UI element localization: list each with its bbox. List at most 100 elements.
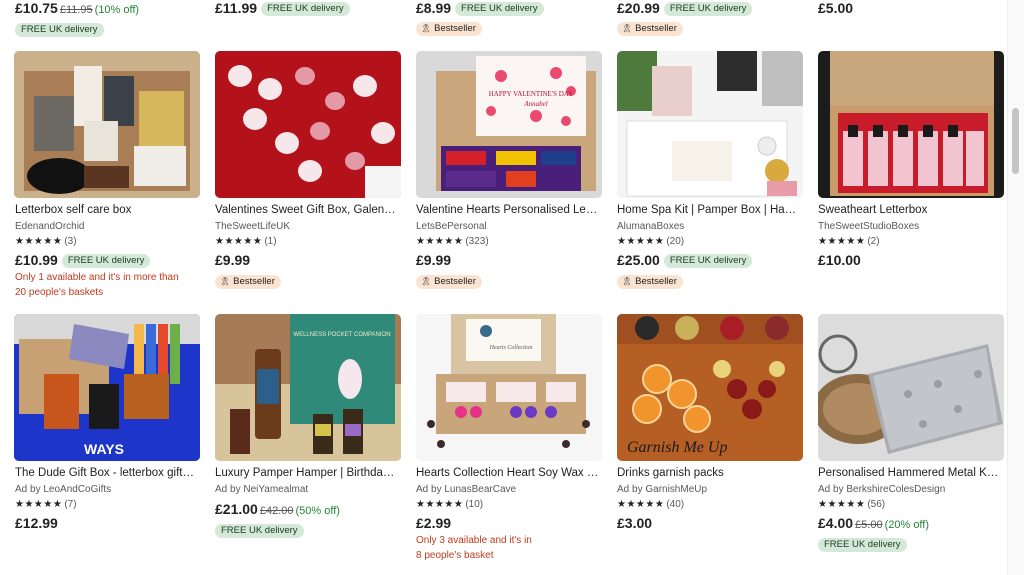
listing-top-2[interactable]: £11.99 FREE UK delivery bbox=[215, 0, 401, 17]
listing-title[interactable]: Sweatheart Letterbox bbox=[818, 203, 1004, 217]
shop-name[interactable]: TheSweetStudioBoxes bbox=[818, 220, 1004, 233]
listing-title[interactable]: Home Spa Kit | Pamper Box | Ha… bbox=[617, 203, 803, 217]
discount: (50% off) bbox=[295, 505, 340, 517]
listing-image[interactable]: Garnish Me Up bbox=[617, 314, 803, 461]
star-icons: ★★★★★ bbox=[818, 499, 866, 510]
rating: ★★★★★ (10) bbox=[416, 498, 602, 512]
listing-image[interactable]: Hearts Collection bbox=[416, 314, 602, 461]
price: £9.99 bbox=[416, 252, 452, 268]
shop-name[interactable]: Ad by LunasBearCave bbox=[416, 483, 602, 496]
free-delivery-badge: FREE UK delivery bbox=[15, 23, 104, 37]
listing-image[interactable] bbox=[14, 51, 200, 198]
price: £11.99 bbox=[215, 0, 258, 16]
shop-name[interactable]: LetsBePersonal bbox=[416, 220, 602, 233]
listing-image[interactable]: WAYS bbox=[14, 314, 200, 461]
star-icons: ★★★★★ bbox=[617, 236, 665, 247]
listing-image[interactable] bbox=[215, 51, 401, 198]
book-title-text: WELLNESS POCKET COMPANION bbox=[293, 332, 390, 338]
listing-title[interactable]: Luxury Pamper Hamper | Birthda… bbox=[215, 466, 401, 480]
discount: (10% off) bbox=[94, 4, 140, 16]
metal-keyring-photo bbox=[818, 314, 1004, 461]
listing-image[interactable]: HAPPY VALENTINE'S DAY Annabel bbox=[416, 51, 602, 198]
rating: ★★★★★ (3) bbox=[15, 235, 201, 249]
spa-kit-photo bbox=[617, 51, 803, 198]
listing-top-1[interactable]: £10.75 £11.95 (10% off) FREE UK delivery bbox=[15, 0, 201, 39]
free-delivery-badge: FREE UK delivery bbox=[818, 538, 907, 552]
bestseller-label: Bestseller bbox=[635, 276, 677, 287]
listing-card[interactable]: The Dude Gift Box - letterbox gift… Ad b… bbox=[15, 466, 201, 532]
listing-title[interactable]: Personalised Hammered Metal K… bbox=[818, 466, 1004, 480]
shop-name[interactable]: Ad by GarnishMeUp bbox=[617, 483, 803, 496]
award-icon: 🎗 bbox=[220, 277, 231, 286]
review-count: (20) bbox=[666, 236, 685, 247]
listing-title[interactable]: Letterbox self care box bbox=[15, 203, 201, 217]
listing-title[interactable]: Valentines Sweet Gift Box, Galen… bbox=[215, 203, 401, 217]
award-icon: 🎗 bbox=[421, 277, 432, 286]
listing-title[interactable]: Drinks garnish packs bbox=[617, 466, 803, 480]
listing-title[interactable]: Valentine Hearts Personalised Le… bbox=[416, 203, 602, 217]
free-delivery-badge: FREE UK delivery bbox=[455, 2, 544, 16]
valentine-sweets-photo bbox=[215, 51, 401, 198]
price: £10.75 bbox=[15, 0, 58, 16]
price: £20.99 bbox=[617, 0, 660, 16]
listing-image[interactable] bbox=[617, 51, 803, 198]
shop-name[interactable]: TheSweetLifeUK bbox=[215, 220, 401, 233]
bestseller-label: Bestseller bbox=[434, 276, 476, 287]
listing-top-5[interactable]: £5.00 bbox=[818, 0, 1004, 17]
award-icon: 🎗 bbox=[421, 24, 432, 33]
scrollbar-thumb[interactable] bbox=[1012, 108, 1019, 174]
rating: ★★★★★ (56) bbox=[818, 498, 1004, 512]
shop-name[interactable]: EdenandOrchid bbox=[15, 220, 201, 233]
shop-name[interactable]: AlumanaBoxes bbox=[617, 220, 803, 233]
listing-card[interactable]: Luxury Pamper Hamper | Birthda… Ad by Ne… bbox=[215, 466, 401, 540]
bestseller-label: Bestseller bbox=[635, 23, 677, 34]
listing-card[interactable]: Letterbox self care box EdenandOrchid ★★… bbox=[15, 203, 201, 300]
listing-top-4[interactable]: £20.99 FREE UK delivery 🎗 Bestseller bbox=[617, 0, 803, 36]
listing-image[interactable]: WELLNESS POCKET COMPANION bbox=[215, 314, 401, 461]
price: £10.00 bbox=[818, 252, 861, 268]
box-label-text: Hearts Collection bbox=[489, 345, 533, 351]
listing-card[interactable]: Personalised Hammered Metal K… Ad by Ber… bbox=[818, 466, 1004, 554]
listing-image[interactable] bbox=[818, 314, 1004, 461]
box-text: WAYS bbox=[84, 441, 124, 457]
listing-title[interactable]: Hearts Collection Heart Soy Wax … bbox=[416, 466, 602, 480]
free-delivery-badge: FREE UK delivery bbox=[61, 254, 151, 268]
price: £8.99 bbox=[416, 0, 452, 16]
availability-warning-line2: 8 people's basket bbox=[416, 550, 494, 561]
award-icon: 🎗 bbox=[622, 24, 633, 33]
original-price: £42.00 bbox=[259, 505, 294, 517]
vertical-scrollbar[interactable] bbox=[1007, 0, 1024, 575]
price: £5.00 bbox=[818, 0, 854, 16]
star-icons: ★★★★★ bbox=[15, 236, 63, 247]
listing-card[interactable]: Hearts Collection Heart Soy Wax … Ad by … bbox=[416, 466, 602, 563]
original-price: £5.00 bbox=[855, 519, 883, 531]
review-count: (2) bbox=[867, 236, 880, 247]
shop-name[interactable]: Ad by NeiYamealmat bbox=[215, 483, 401, 496]
availability-warning: Only 1 available and it's in more than bbox=[15, 272, 179, 283]
listing-card[interactable]: Valentines Sweet Gift Box, Galen… TheSwe… bbox=[215, 203, 401, 289]
listing-title[interactable]: The Dude Gift Box - letterbox gift… bbox=[15, 466, 201, 480]
bestseller-label: Bestseller bbox=[233, 276, 275, 287]
price: £10.99 bbox=[15, 252, 58, 268]
price: £3.00 bbox=[617, 515, 653, 531]
shop-name[interactable]: Ad by BerkshireColesDesign bbox=[818, 483, 1004, 496]
star-icons: ★★★★★ bbox=[416, 499, 464, 510]
listing-card[interactable]: Drinks garnish packs Ad by GarnishMeUp ★… bbox=[617, 466, 803, 532]
review-count: (3) bbox=[64, 236, 77, 247]
listing-card[interactable]: Sweatheart Letterbox TheSweetStudioBoxes… bbox=[818, 203, 1004, 269]
price: £25.00 bbox=[617, 252, 660, 268]
shop-name[interactable]: Ad by LeoAndCoGifts bbox=[15, 483, 201, 496]
listing-image[interactable] bbox=[818, 51, 1004, 198]
bestseller-badge: 🎗 Bestseller bbox=[416, 275, 482, 289]
listing-top-3[interactable]: £8.99 FREE UK delivery 🎗 Bestseller bbox=[416, 0, 602, 36]
award-icon: 🎗 bbox=[622, 277, 633, 286]
star-icons: ★★★★★ bbox=[15, 499, 63, 510]
listing-card[interactable]: Valentine Hearts Personalised Le… LetsBe… bbox=[416, 203, 602, 289]
valentine-chocolates-photo: HAPPY VALENTINE'S DAY Annabel bbox=[416, 51, 602, 198]
garnish-packs-photo: Garnish Me Up bbox=[617, 314, 803, 461]
sweetheart-letterbox-photo bbox=[818, 51, 1004, 198]
rating: ★★★★★ (1) bbox=[215, 235, 401, 249]
rating: ★★★★★ (40) bbox=[617, 498, 803, 512]
listing-card[interactable]: Home Spa Kit | Pamper Box | Ha… AlumanaB… bbox=[617, 203, 803, 289]
star-icons: ★★★★★ bbox=[416, 236, 464, 247]
